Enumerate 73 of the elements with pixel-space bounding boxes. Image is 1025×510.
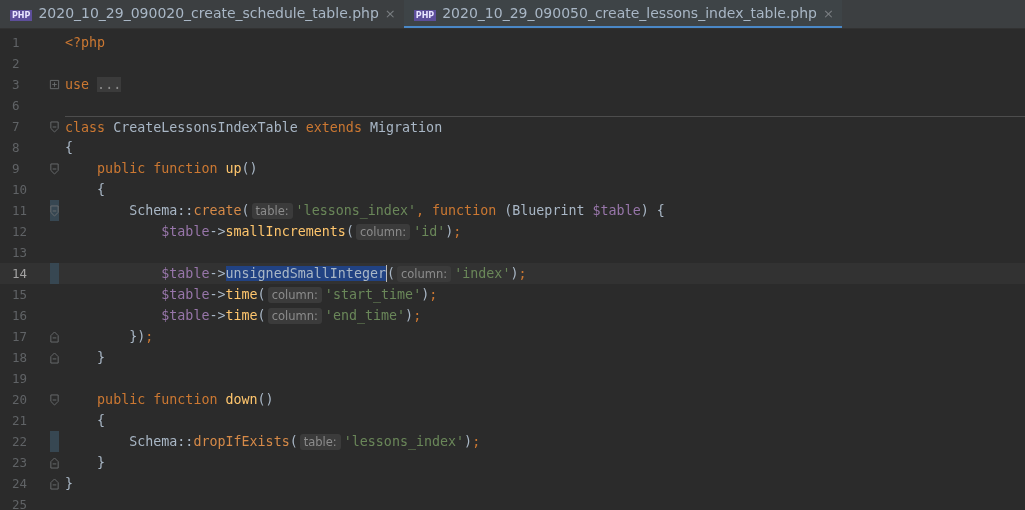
line-number: 10 xyxy=(11,182,29,197)
code-text: } xyxy=(65,476,74,491)
code-text: { xyxy=(65,140,74,155)
code-text: $table->time( xyxy=(160,287,266,302)
close-icon[interactable]: × xyxy=(384,5,396,21)
line-number: 17 xyxy=(11,329,29,344)
code-text: 'id'); xyxy=(413,224,462,239)
code-text: $table->smallIncrements( xyxy=(160,224,354,239)
fold-icon[interactable] xyxy=(49,162,60,175)
code-text: Schema::dropIfExists( xyxy=(128,434,298,449)
line-number: 20 xyxy=(11,392,29,407)
code-text: public function down() xyxy=(96,392,274,407)
line-number: 7 xyxy=(11,119,21,134)
fold-icon[interactable] xyxy=(49,456,60,469)
code-text: }); xyxy=(128,329,154,344)
line-number: 22 xyxy=(11,434,29,449)
line-number: 3 xyxy=(11,77,21,92)
folded-code[interactable]: ... xyxy=(97,77,122,92)
line-number: 1 xyxy=(11,35,21,50)
line-number: 16 xyxy=(11,308,29,323)
fold-icon[interactable] xyxy=(49,477,60,490)
tab-label: 2020_10_29_090020_create_schedule_table.php xyxy=(38,5,379,21)
parameter-hint: column: xyxy=(355,223,411,240)
parameter-hint: column: xyxy=(267,307,322,324)
tab-label: 2020_10_29_090050_create_lessons_index_table.php xyxy=(442,5,817,21)
text-caret xyxy=(386,265,387,282)
line-number: 21 xyxy=(11,413,29,428)
line-number: 24 xyxy=(11,476,29,491)
fold-icon[interactable] xyxy=(49,393,60,406)
editor-tab[interactable]: PHP 2020_10_29_090050_create_lessons_index_table.php × xyxy=(403,0,842,28)
line-number: 8 xyxy=(11,140,21,155)
code-text: $table-> xyxy=(160,266,226,281)
code-text: ( xyxy=(387,266,395,281)
line-number: 25 xyxy=(11,497,29,510)
code-text: 'start_time'); xyxy=(324,287,438,302)
code-text: } xyxy=(96,455,106,470)
fold-icon[interactable] xyxy=(49,330,60,343)
code-text: { xyxy=(96,413,106,428)
code-text: 'end_time'); xyxy=(324,308,422,323)
line-number: 18 xyxy=(11,350,29,365)
fold-icon[interactable] xyxy=(49,204,60,217)
parameter-hint: column: xyxy=(267,286,322,303)
expand-fold-icon[interactable] xyxy=(49,78,60,91)
parameter-hint: table: xyxy=(251,202,293,219)
line-number: 9 xyxy=(11,161,21,176)
line-number: 13 xyxy=(11,245,29,260)
code-text: 'index'); xyxy=(454,266,527,281)
line-number: 12 xyxy=(11,224,29,239)
line-number: 2 xyxy=(11,56,21,71)
fold-icon[interactable] xyxy=(49,351,60,364)
code-text: public function up() xyxy=(96,161,258,176)
code-text: use xyxy=(65,77,91,92)
line-number: 15 xyxy=(11,287,29,302)
code-text: 'lessons_index'); xyxy=(343,434,481,449)
code-text: 'lessons_index', function (Blueprint $table) { xyxy=(295,203,665,218)
line-number: 19 xyxy=(11,371,29,386)
parameter-hint: table: xyxy=(299,433,341,450)
php-file-icon: PHP xyxy=(10,10,33,21)
code-text: <?php xyxy=(65,35,106,50)
line-number: 11 xyxy=(11,203,29,218)
code-text: { xyxy=(96,182,106,197)
line-number: 6 xyxy=(11,98,21,113)
line-number: 23 xyxy=(11,455,29,470)
code-text: Schema::create( xyxy=(128,203,250,218)
parameter-hint: column: xyxy=(397,265,452,282)
code-text: } xyxy=(96,350,106,365)
close-icon[interactable]: × xyxy=(823,5,834,21)
fold-icon[interactable] xyxy=(49,120,60,133)
line-number: 14 xyxy=(11,266,29,281)
php-file-icon: PHP xyxy=(413,10,437,21)
code-text: class CreateLessonsIndexTable extends Migration xyxy=(65,119,443,135)
code-text: $table->time( xyxy=(160,308,266,323)
selected-code: unsignedSmallInteger xyxy=(225,266,386,281)
